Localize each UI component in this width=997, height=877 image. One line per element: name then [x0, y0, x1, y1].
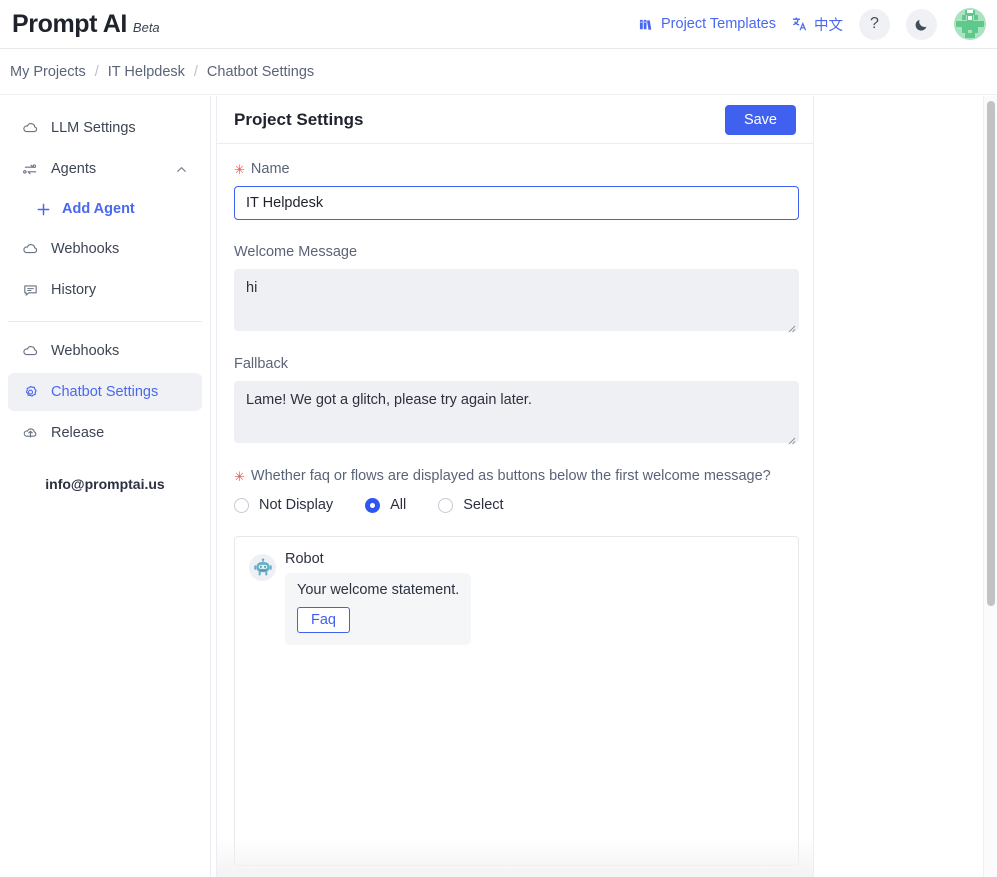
sidebar-item-agents[interactable]: Agents: [8, 150, 202, 188]
brand-beta-tag: Beta: [132, 19, 160, 35]
add-agent-label: Add Agent: [62, 201, 135, 217]
help-button[interactable]: ?: [859, 8, 890, 40]
sidebar-item-label: Release: [51, 425, 105, 441]
project-templates-label: Project Templates: [661, 16, 776, 32]
display-question-label: ✳ Whether faq or flows are displayed as …: [234, 468, 796, 484]
add-agent-button[interactable]: Add Agent: [8, 191, 202, 227]
language-label: 中文: [814, 17, 843, 34]
support-email[interactable]: info@promptai.us: [0, 476, 210, 492]
required-asterisk-icon: ✳: [234, 161, 245, 177]
sidebar-item-webhooks[interactable]: Webhooks: [8, 332, 202, 370]
welcome-message-label-text: Welcome Message: [234, 244, 358, 260]
cloud-icon: [21, 119, 39, 137]
bubble-text: Your welcome statement.: [297, 582, 460, 598]
books-icon: [639, 17, 654, 32]
sidebar-item-chatbot-settings[interactable]: Chatbot Settings: [8, 373, 202, 411]
panel-body: ✳ Name Welcome Message Fallback: [217, 144, 813, 866]
sidebar-item-label: Chatbot Settings: [51, 384, 159, 400]
fallback-label-text: Fallback: [234, 356, 288, 372]
sidebar-item-webhooks-agent[interactable]: Webhooks: [8, 230, 202, 268]
sidebar-item-release[interactable]: Release: [8, 414, 202, 452]
cloud-icon: [21, 342, 39, 360]
radio-circle-icon: [365, 497, 381, 513]
breadcrumb-item-2[interactable]: Chatbot Settings: [207, 64, 314, 80]
robot-icon: [249, 554, 276, 581]
chatbot-preview: Robot Your welcome statement. Faq: [234, 536, 799, 866]
panel-header: Project Settings Save: [217, 96, 813, 144]
message-icon: [21, 281, 39, 299]
preview-message-row: Robot Your welcome statement. Faq: [249, 551, 784, 645]
name-input[interactable]: [234, 186, 799, 220]
translate-icon: [792, 16, 808, 32]
display-question-text: Whether faq or flows are displayed as bu…: [250, 468, 771, 484]
page-title: Project Settings: [234, 109, 364, 129]
bot-name-label: Robot: [285, 551, 324, 567]
avatar[interactable]: [953, 7, 987, 41]
breadcrumb: My Projects / IT Helpdesk / Chatbot Sett…: [0, 50, 997, 95]
sidebar-item-label: Webhooks: [51, 343, 120, 359]
welcome-message-wrap: [234, 269, 799, 336]
save-button[interactable]: Save: [724, 104, 796, 135]
welcome-message-textarea[interactable]: [234, 269, 799, 331]
name-label-text: Name: [250, 161, 290, 177]
sidebar-edge-divider: [210, 96, 211, 877]
help-icon: ?: [870, 15, 879, 32]
swap-arrows-icon: [21, 160, 39, 178]
name-field-label: ✳ Name: [234, 161, 796, 177]
language-switcher[interactable]: 中文: [792, 14, 843, 35]
radio-option-not-display[interactable]: Not Display: [234, 497, 333, 513]
sidebar: LLM Settings Agents Add Agent Webhooks H…: [0, 96, 210, 877]
cloud-upload-icon: [21, 424, 39, 442]
radio-option-all[interactable]: All: [365, 497, 406, 513]
radio-circle-icon: [438, 497, 454, 513]
cloud-icon: [21, 240, 39, 258]
brand-title: Prompt AI: [12, 9, 127, 38]
required-asterisk-icon: ✳: [234, 468, 245, 484]
sidebar-item-label: Webhooks: [51, 241, 120, 257]
chevron-up-icon[interactable]: [175, 163, 188, 176]
faq-quick-reply-button[interactable]: Faq: [297, 607, 350, 633]
fallback-label: Fallback: [234, 356, 796, 372]
sidebar-item-llm-settings[interactable]: LLM Settings: [8, 109, 202, 147]
app-root: Prompt AI Beta Project Templates 中文 ? My…: [0, 0, 997, 877]
display-option-radio-group: Not Display All Select: [234, 497, 796, 513]
sidebar-item-label: History: [51, 282, 97, 298]
project-settings-panel: Project Settings Save ✳ Name Welcome Mes…: [216, 96, 814, 877]
radio-circle-icon: [234, 497, 249, 513]
sidebar-item-history[interactable]: History: [8, 271, 202, 309]
breadcrumb-item-1[interactable]: IT Helpdesk: [108, 64, 185, 80]
project-templates-link[interactable]: Project Templates: [639, 16, 776, 32]
fallback-textarea[interactable]: [234, 381, 799, 443]
chat-bubble: Your welcome statement. Faq: [285, 573, 472, 645]
app-header: Prompt AI Beta Project Templates 中文 ?: [0, 0, 997, 49]
brand-logo[interactable]: Prompt AI Beta: [12, 10, 160, 39]
gear-icon: [21, 383, 39, 401]
plus-icon: [36, 202, 51, 217]
sidebar-item-label: LLM Settings: [51, 120, 136, 136]
user-avatar-icon: [954, 8, 986, 40]
radio-label: Select: [463, 497, 504, 513]
preview-message-column: Robot Your welcome statement. Faq: [285, 551, 472, 645]
vertical-scrollbar[interactable]: [983, 96, 997, 877]
sidebar-item-label: Agents: [51, 161, 97, 177]
moon-icon: [914, 17, 929, 32]
welcome-message-label: Welcome Message: [234, 244, 796, 260]
radio-option-select[interactable]: Select: [438, 497, 504, 513]
fallback-wrap: [234, 381, 799, 448]
dark-mode-toggle[interactable]: [906, 8, 937, 40]
breadcrumb-separator: /: [193, 64, 198, 80]
breadcrumb-item-0[interactable]: My Projects: [10, 64, 86, 80]
sidebar-divider: [8, 321, 202, 322]
breadcrumb-separator: /: [94, 64, 99, 80]
scrollbar-thumb[interactable]: [987, 101, 995, 606]
radio-label: Not Display: [259, 497, 334, 513]
header-actions: Project Templates 中文 ?: [639, 7, 987, 41]
radio-label: All: [390, 497, 407, 513]
